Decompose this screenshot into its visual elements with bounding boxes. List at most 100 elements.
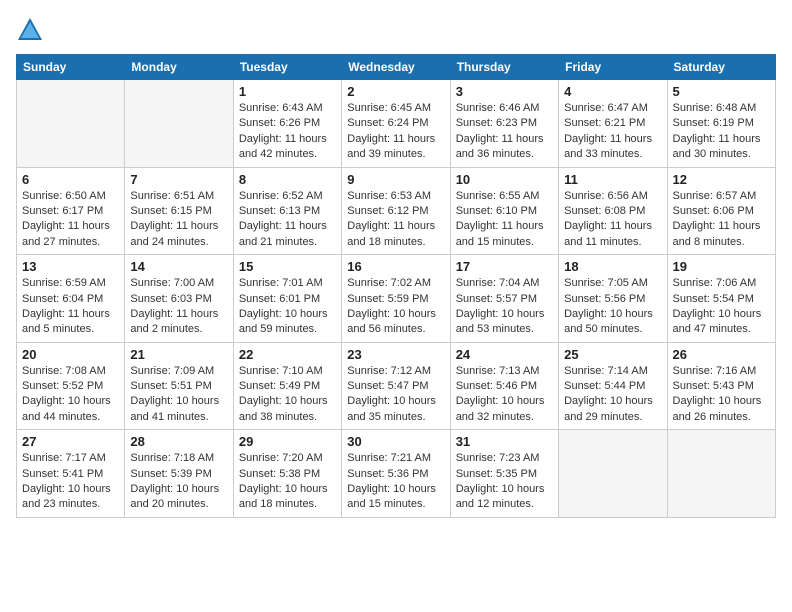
day-cell [125,80,233,168]
calendar-table: SundayMondayTuesdayWednesdayThursdayFrid… [16,54,776,518]
day-number: 30 [347,434,444,449]
day-cell: 22Sunrise: 7:10 AMSunset: 5:49 PMDayligh… [233,342,341,430]
day-info: Sunrise: 7:00 AMSunset: 6:03 PMDaylight:… [130,276,227,338]
day-info: Sunrise: 7:12 AMSunset: 5:47 PMDaylight:… [347,364,444,426]
day-cell: 16 Sunrise: 7:02 AMSunset: 5:59 PMDayligh… [342,255,450,343]
day-number: 29 [239,434,336,449]
day-info: Sunrise: 6:48 AMSunset: 6:19 PMDaylight:… [673,101,770,163]
weekday-header-row: SundayMondayTuesdayWednesdayThursdayFrid… [17,55,776,80]
day-cell: 21 Sunrise: 7:09 AMSunset: 5:51 PMDayligh… [125,342,233,430]
day-cell: 29 Sunrise: 7:20 AMSunset: 5:38 PMDayligh… [233,430,341,518]
day-cell: 19 Sunrise: 7:06 AMSunset: 5:54 PMDayligh… [667,255,775,343]
day-info: Sunrise: 6:59 AMSunset: 6:04 PMDaylight:… [22,276,119,338]
day-number: 3 [456,84,553,99]
day-cell: 12 Sunrise: 6:57 AMSunset: 6:06 PMDayligh… [667,167,775,255]
day-cell: 1 Sunrise: 6:43 AMSunset: 6:26 PMDaylight… [233,80,341,168]
day-info: Sunrise: 7:06 AMSunset: 5:54 PMDaylight:… [673,276,770,338]
day-cell [17,80,125,168]
day-cell: 15 Sunrise: 7:01 AMSunset: 6:01 PMDayligh… [233,255,341,343]
day-cell: 26 Sunrise: 7:16 AMSunset: 5:43 PMDayligh… [667,342,775,430]
day-cell: 31 Sunrise: 7:23 AMSunset: 5:35 PMDayligh… [450,430,558,518]
day-number: 6 [22,172,119,187]
day-number: 17 [456,259,553,274]
day-number: 5 [673,84,770,99]
day-info: Sunrise: 7:20 AMSunset: 5:38 PMDaylight:… [239,451,336,513]
day-cell: 23 Sunrise: 7:12 AMSunset: 5:47 PMDayligh… [342,342,450,430]
day-cell: 2Sunrise: 6:45 AMSunset: 6:24 PMDaylight… [342,80,450,168]
day-cell: 14 Sunrise: 7:00 AMSunset: 6:03 PMDayligh… [125,255,233,343]
weekday-header-wednesday: Wednesday [342,55,450,80]
page-header [16,16,776,44]
day-cell: 25Sunrise: 7:14 AMSunset: 5:44 PMDayligh… [559,342,667,430]
logo-icon [16,16,44,44]
day-cell: 7 Sunrise: 6:51 AMSunset: 6:15 PMDaylight… [125,167,233,255]
day-number: 7 [130,172,227,187]
day-number: 4 [564,84,661,99]
day-info: Sunrise: 6:51 AMSunset: 6:15 PMDaylight:… [130,189,227,251]
day-number: 13 [22,259,119,274]
day-info: Sunrise: 6:52 AMSunset: 6:13 PMDaylight:… [239,189,336,251]
day-info: Sunrise: 7:09 AMSunset: 5:51 PMDaylight:… [130,364,227,426]
day-cell: 13 Sunrise: 6:59 AMSunset: 6:04 PMDayligh… [17,255,125,343]
day-cell: 11 Sunrise: 6:56 AMSunset: 6:08 PMDayligh… [559,167,667,255]
week-row-3: 13 Sunrise: 6:59 AMSunset: 6:04 PMDayligh… [17,255,776,343]
day-info: Sunrise: 6:53 AMSunset: 6:12 PMDaylight:… [347,189,444,251]
day-info: Sunrise: 6:57 AMSunset: 6:06 PMDaylight:… [673,189,770,251]
day-cell: 24 Sunrise: 7:13 AMSunset: 5:46 PMDayligh… [450,342,558,430]
day-cell: 27Sunrise: 7:17 AMSunset: 5:41 PMDayligh… [17,430,125,518]
day-info: Sunrise: 7:13 AMSunset: 5:46 PMDaylight:… [456,364,553,426]
day-info: Sunrise: 6:43 AMSunset: 6:26 PMDaylight:… [239,101,336,163]
day-number: 11 [564,172,661,187]
day-number: 14 [130,259,227,274]
day-info: Sunrise: 6:47 AMSunset: 6:21 PMDaylight:… [564,101,661,163]
day-number: 31 [456,434,553,449]
day-cell: 9 Sunrise: 6:53 AMSunset: 6:12 PMDaylight… [342,167,450,255]
weekday-header-monday: Monday [125,55,233,80]
day-cell: 17Sunrise: 7:04 AMSunset: 5:57 PMDayligh… [450,255,558,343]
day-number: 8 [239,172,336,187]
day-cell: 28Sunrise: 7:18 AMSunset: 5:39 PMDayligh… [125,430,233,518]
day-number: 20 [22,347,119,362]
day-info: Sunrise: 6:45 AMSunset: 6:24 PMDaylight:… [347,101,444,163]
day-number: 26 [673,347,770,362]
weekday-header-sunday: Sunday [17,55,125,80]
day-info: Sunrise: 7:08 AMSunset: 5:52 PMDaylight:… [22,364,119,426]
day-info: Sunrise: 7:17 AMSunset: 5:41 PMDaylight:… [22,451,119,513]
weekday-header-tuesday: Tuesday [233,55,341,80]
day-cell: 4 Sunrise: 6:47 AMSunset: 6:21 PMDaylight… [559,80,667,168]
day-info: Sunrise: 7:16 AMSunset: 5:43 PMDaylight:… [673,364,770,426]
day-number: 23 [347,347,444,362]
day-cell: 3 Sunrise: 6:46 AMSunset: 6:23 PMDaylight… [450,80,558,168]
week-row-4: 20 Sunrise: 7:08 AMSunset: 5:52 PMDayligh… [17,342,776,430]
day-number: 21 [130,347,227,362]
day-info: Sunrise: 7:18 AMSunset: 5:39 PMDaylight:… [130,451,227,513]
weekday-header-thursday: Thursday [450,55,558,80]
day-cell: 6 Sunrise: 6:50 AMSunset: 6:17 PMDaylight… [17,167,125,255]
day-cell [667,430,775,518]
weekday-header-friday: Friday [559,55,667,80]
day-number: 24 [456,347,553,362]
week-row-2: 6 Sunrise: 6:50 AMSunset: 6:17 PMDaylight… [17,167,776,255]
day-cell: 20 Sunrise: 7:08 AMSunset: 5:52 PMDayligh… [17,342,125,430]
day-info: Sunrise: 7:05 AMSunset: 5:56 PMDaylight:… [564,276,661,338]
day-number: 9 [347,172,444,187]
week-row-1: 1 Sunrise: 6:43 AMSunset: 6:26 PMDaylight… [17,80,776,168]
day-info: Sunrise: 7:01 AMSunset: 6:01 PMDaylight:… [239,276,336,338]
day-cell: 10Sunrise: 6:55 AMSunset: 6:10 PMDayligh… [450,167,558,255]
day-number: 19 [673,259,770,274]
day-number: 12 [673,172,770,187]
day-number: 16 [347,259,444,274]
day-cell: 8 Sunrise: 6:52 AMSunset: 6:13 PMDaylight… [233,167,341,255]
day-number: 15 [239,259,336,274]
day-info: Sunrise: 6:46 AMSunset: 6:23 PMDaylight:… [456,101,553,163]
week-row-5: 27Sunrise: 7:17 AMSunset: 5:41 PMDayligh… [17,430,776,518]
day-info: Sunrise: 6:56 AMSunset: 6:08 PMDaylight:… [564,189,661,251]
day-number: 10 [456,172,553,187]
day-number: 22 [239,347,336,362]
day-info: Sunrise: 7:23 AMSunset: 5:35 PMDaylight:… [456,451,553,513]
day-info: Sunrise: 7:02 AMSunset: 5:59 PMDaylight:… [347,276,444,338]
day-number: 1 [239,84,336,99]
day-info: Sunrise: 6:50 AMSunset: 6:17 PMDaylight:… [22,189,119,251]
day-cell: 5 Sunrise: 6:48 AMSunset: 6:19 PMDaylight… [667,80,775,168]
logo [16,16,48,44]
